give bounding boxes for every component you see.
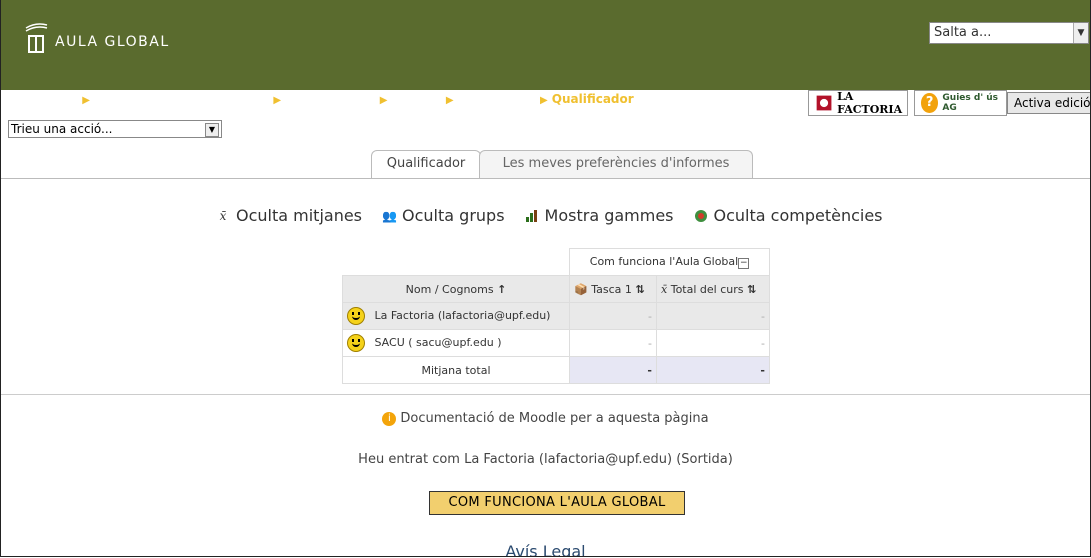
breadcrumb-separator-icon: ▶ bbox=[540, 95, 548, 106]
course-header-label: Com funciona l'Aula Global bbox=[589, 255, 739, 268]
sort-up-icon[interactable]: ↑ bbox=[497, 283, 506, 296]
breadcrumb-current: Qualificador bbox=[551, 92, 634, 106]
toggle-groups-link[interactable]: 👥 Oculta grups bbox=[382, 206, 505, 225]
footer-divider bbox=[1, 394, 1090, 395]
grader-table: Com funciona l'Aula Global − Nom / Cognom… bbox=[342, 248, 770, 384]
guides-logo-text: Guies d' ús AG bbox=[942, 93, 998, 113]
factoria-logo-text: LA FACTORIA bbox=[837, 90, 903, 116]
action-select-value: Trieu una acció... bbox=[11, 122, 113, 136]
chart-icon bbox=[525, 209, 537, 222]
x-bar-icon: x̄ bbox=[661, 282, 668, 296]
breadcrumb: AulaGlobal ▶ Com funciona l'Aula Global ▶ Qu… bbox=[8, 92, 634, 107]
name-header-cell[interactable]: Nom / Cognoms ↑ bbox=[342, 275, 570, 303]
action-select[interactable]: Trieu una acció... ▼ bbox=[8, 120, 222, 138]
sort-icon[interactable]: ⇅ bbox=[747, 283, 756, 296]
info-icon: i bbox=[382, 411, 397, 426]
site-logo[interactable]: AULA GLOBAL bbox=[23, 22, 170, 56]
user-avatar-icon bbox=[347, 307, 365, 325]
total-header-label: Total del curs bbox=[670, 282, 744, 296]
total-cell[interactable]: - bbox=[656, 329, 770, 357]
total-cell[interactable]: - bbox=[656, 302, 770, 330]
collapse-icon[interactable]: − bbox=[738, 258, 750, 269]
course-header-row: Com funciona l'Aula Global − bbox=[342, 248, 770, 276]
user-avatar-icon bbox=[347, 334, 365, 352]
sort-icon[interactable]: ⇅ bbox=[635, 283, 644, 296]
site-header: AULA GLOBAL Salta a... ▼ AulaGlobal ▶ Com … bbox=[1, 0, 1090, 107]
aula-global-logo-icon bbox=[25, 23, 48, 53]
student-name[interactable]: La Factoria (lafactoria@upf.edu) bbox=[375, 309, 551, 322]
breadcrumb-item-grades[interactable]: Qualificacions bbox=[285, 92, 376, 107]
site-title: AULA GLOBAL bbox=[55, 34, 170, 50]
student-name-cell[interactable]: La Factoria (lafactoria@upf.edu) bbox=[342, 302, 570, 330]
moodle-docs-row: i Documentació de Moodle per a aquesta pà… bbox=[1, 411, 1090, 426]
toggle-competencies-link[interactable]: Oculta competències bbox=[694, 206, 883, 225]
tab-grader[interactable]: Qualificador bbox=[371, 150, 481, 178]
toggle-competencies-label: Oculta competències bbox=[713, 206, 883, 225]
task-header-label: Tasca 1 bbox=[591, 282, 632, 296]
breadcrumb-separator-icon: ▶ bbox=[445, 95, 454, 106]
toggle-averages-link[interactable]: x̄ Oculta mitjanes bbox=[216, 206, 362, 225]
group-icon: 👥 bbox=[382, 208, 397, 223]
breadcrumb-separator-icon: ▶ bbox=[379, 95, 388, 106]
empty-header-cell bbox=[342, 248, 570, 276]
moodle-docs-link[interactable]: Documentació de Moodle per a aquesta pàg… bbox=[400, 411, 708, 426]
chevron-down-icon[interactable]: ▼ bbox=[1073, 23, 1088, 43]
guides-logo[interactable]: ? Guies d' ús AG bbox=[914, 90, 1007, 116]
la-factoria-logo[interactable]: LA FACTORIA bbox=[808, 90, 908, 116]
chevron-down-icon[interactable]: ▼ bbox=[205, 123, 219, 137]
toggle-ranges-label: Mostra gammes bbox=[544, 206, 674, 225]
x-bar-icon: x̄ bbox=[219, 208, 227, 223]
page-frame: AULA GLOBAL Salta a... ▼ AulaGlobal ▶ Com … bbox=[0, 0, 1091, 557]
average-task-cell: - bbox=[569, 356, 657, 384]
breadcrumb-item-report[interactable]: Informe bbox=[391, 92, 441, 107]
competency-icon bbox=[694, 209, 707, 222]
breadcrumb-item-grader[interactable]: Qualificador bbox=[458, 92, 537, 107]
name-header-label: Nom / Cognoms bbox=[405, 282, 494, 296]
course-header-cell: Com funciona l'Aula Global − bbox=[569, 248, 770, 276]
login-info[interactable]: Heu entrat com La Factoria (lafactoria@u… bbox=[1, 452, 1090, 467]
total-header-cell[interactable]: x̄ Total del curs ⇅ bbox=[656, 275, 770, 303]
toggle-ranges-link[interactable]: Mostra gammes bbox=[525, 206, 674, 225]
view-toggle-links: x̄ Oculta mitjanes 👥 Oculta grups Mostra… bbox=[216, 206, 883, 225]
jump-to-value: Salta a... bbox=[934, 25, 992, 40]
breadcrumb-separator-icon: ▶ bbox=[273, 95, 282, 106]
table-row: La Factoria (lafactoria@upf.edu) - - bbox=[342, 302, 770, 330]
enable-edit-button[interactable]: Activa edició bbox=[1007, 92, 1090, 114]
factoria-mark-icon bbox=[816, 95, 832, 111]
legal-notice-link[interactable]: Avís Legal bbox=[1, 542, 1090, 556]
breadcrumb-item-course[interactable]: Com funciona l'Aula Global bbox=[94, 92, 269, 107]
grade-cell[interactable]: - bbox=[569, 302, 657, 330]
grade-cell[interactable]: - bbox=[569, 329, 657, 357]
student-name[interactable]: SACU ( sacu@upf.edu ) bbox=[375, 336, 502, 349]
average-row: Mitjana total - - bbox=[342, 356, 770, 384]
column-header-row: Nom / Cognoms ↑ 📦 Tasca 1 ⇅ x̄ Total del… bbox=[342, 275, 770, 303]
toggle-averages-label: Oculta mitjanes bbox=[236, 206, 363, 225]
tab-report-preferences[interactable]: Les meves preferències d'informes bbox=[479, 150, 753, 178]
breadcrumb-item-aulaglobal[interactable]: AulaGlobal bbox=[8, 92, 78, 107]
help-question-icon: ? bbox=[921, 93, 939, 113]
course-home-button[interactable]: COM FUNCIONA L'AULA GLOBAL bbox=[429, 491, 685, 515]
breadcrumb-separator-icon: ▶ bbox=[82, 95, 90, 106]
student-name-cell[interactable]: SACU ( sacu@upf.edu ) bbox=[342, 329, 570, 357]
report-tabs: Qualificador Les meves preferències d'in… bbox=[1, 150, 1090, 179]
average-label-cell: Mitjana total bbox=[342, 356, 570, 384]
assignment-icon: 📦 bbox=[574, 282, 588, 296]
task-header-cell[interactable]: 📦 Tasca 1 ⇅ bbox=[569, 275, 657, 303]
jump-to-select[interactable]: Salta a... ▼ bbox=[929, 22, 1089, 44]
average-total-cell: - bbox=[656, 356, 770, 384]
toggle-groups-label: Oculta grups bbox=[402, 206, 505, 225]
table-row: SACU ( sacu@upf.edu ) - - bbox=[342, 329, 770, 357]
